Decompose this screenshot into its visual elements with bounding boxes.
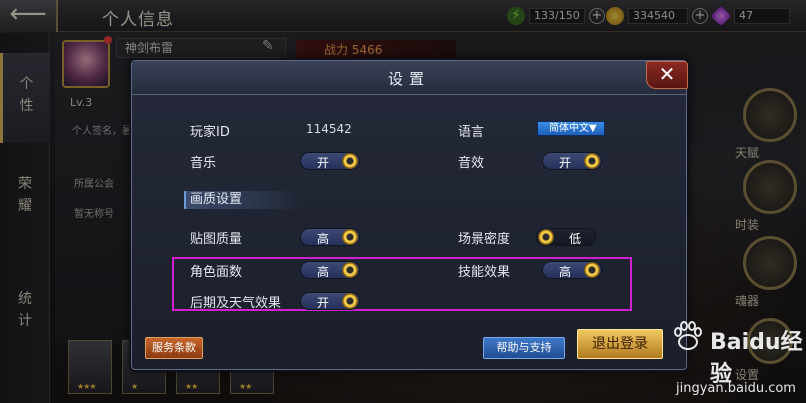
music-label: 音乐 bbox=[190, 156, 217, 171]
player-id-value: 114542 bbox=[306, 122, 352, 136]
post-effect-label: 后期及天气效果 bbox=[190, 296, 282, 311]
music-toggle-text: 开 bbox=[316, 156, 329, 170]
logout-button[interactable]: 退出登录 bbox=[577, 329, 663, 359]
baidu-watermark: Baidu经验 bbox=[670, 318, 806, 387]
toggle-knob-icon bbox=[342, 229, 358, 245]
language-label: 语言 bbox=[458, 125, 485, 140]
toggle-knob-icon bbox=[342, 293, 358, 309]
terms-button[interactable]: 服务条款 bbox=[145, 337, 203, 359]
post-effect-toggle-text: 开 bbox=[316, 296, 329, 310]
baidu-paw-icon bbox=[674, 321, 702, 350]
scene-density-label: 场景密度 bbox=[458, 232, 511, 247]
close-icon: ✕ bbox=[658, 62, 676, 86]
toggle-knob-icon bbox=[584, 262, 600, 278]
texture-toggle-text: 高 bbox=[316, 232, 329, 246]
toggle-knob-icon bbox=[342, 262, 358, 278]
face-count-toggle-text: 高 bbox=[316, 265, 329, 279]
toggle-knob-icon bbox=[538, 229, 554, 245]
sfx-toggle-text: 开 bbox=[558, 156, 571, 170]
toggle-knob-icon bbox=[342, 153, 358, 169]
music-toggle[interactable]: 开 bbox=[300, 152, 360, 170]
skill-effect-toggle[interactable]: 高 bbox=[542, 261, 602, 279]
help-button[interactable]: 帮助与支持 bbox=[483, 337, 565, 359]
skill-effect-toggle-text: 高 bbox=[558, 265, 571, 279]
watermark-brand: Baidu经验 bbox=[710, 330, 803, 387]
watermark-url: jingyan.baidu.com bbox=[676, 381, 796, 396]
scene-density-toggle-text: 低 bbox=[568, 232, 581, 246]
graphics-section-title: 画质设置 bbox=[184, 191, 304, 209]
toggle-knob-icon bbox=[584, 153, 600, 169]
texture-toggle[interactable]: 高 bbox=[300, 228, 360, 246]
close-button[interactable]: ✕ bbox=[646, 61, 688, 89]
scene-density-toggle[interactable]: 低 bbox=[536, 228, 596, 246]
face-count-label: 角色面数 bbox=[190, 265, 243, 280]
texture-label: 贴图质量 bbox=[190, 232, 243, 247]
skill-effect-label: 技能效果 bbox=[458, 265, 511, 280]
sfx-toggle[interactable]: 开 bbox=[542, 152, 602, 170]
sfx-label: 音效 bbox=[458, 156, 485, 171]
face-count-toggle[interactable]: 高 bbox=[300, 261, 360, 279]
language-select[interactable]: 简体中文▼ bbox=[537, 121, 605, 136]
dialog-title: 设置 bbox=[387, 70, 430, 88]
settings-dialog: 设置 ✕ 玩家ID 114542 语言 简体中文▼ 音乐 开 音效 开 画质设置… bbox=[131, 60, 688, 370]
post-effect-toggle[interactable]: 开 bbox=[300, 292, 360, 310]
dialog-header: 设置 bbox=[132, 61, 686, 95]
player-id-label: 玩家ID bbox=[190, 125, 230, 140]
